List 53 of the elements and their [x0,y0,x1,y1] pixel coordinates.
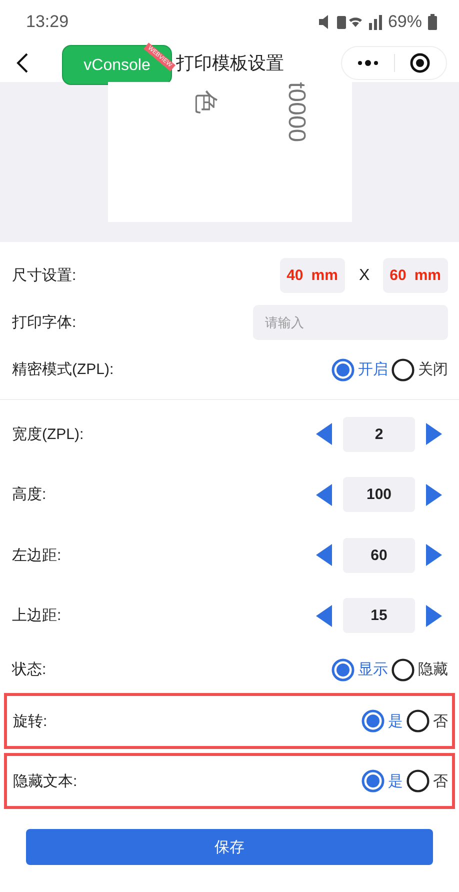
radio-icon [331,358,355,382]
radio-option[interactable]: 显示 [331,658,388,682]
radio-icon [391,658,415,682]
page-title: 打印模板设置 [176,52,284,75]
font-input[interactable]: 请输入 [253,305,448,340]
save-button[interactable]: 保存 [26,829,433,865]
radio-icon [406,769,430,793]
value-field: 100 [343,477,415,512]
value-field: 60 [343,538,415,573]
decrease-icon[interactable] [315,604,333,628]
preview-text: 色 [190,90,218,114]
field-label: 打印字体: [12,313,78,332]
increase-icon[interactable] [425,604,443,628]
signal-icon [368,14,382,30]
increase-icon[interactable] [425,543,443,568]
increase-icon[interactable] [425,482,443,507]
radio-icon [331,658,355,682]
height-field[interactable]: 60 mm [382,258,448,293]
battery-icon [428,14,437,30]
clock: 13:29 [26,12,69,32]
field-label: 宽度(ZPL): [12,424,85,444]
battery-level: 69% [388,12,422,32]
status-icons [316,13,363,31]
field-label: 精密模式(ZPL): [12,360,115,379]
radio-option[interactable]: 隐藏 [391,658,448,682]
field-label: 状态: [12,660,48,679]
close-icon[interactable] [409,52,432,74]
preview-text: t0000 [282,82,310,142]
field-label: 旋转: [13,712,48,730]
more-icon[interactable] [356,59,380,67]
radio-option[interactable]: 关闭 [391,358,448,382]
field-label: 高度: [12,485,48,504]
radio-icon [361,709,385,733]
radio-option[interactable]: 是 [361,709,403,733]
value-field: 15 [343,598,415,634]
field-label: 左边距: [12,546,62,565]
radio-icon [406,709,430,733]
decrease-icon[interactable] [315,482,333,507]
radio-icon [361,769,385,793]
radio-option[interactable]: 否 [406,709,448,733]
increase-icon[interactable] [425,422,443,446]
width-field[interactable]: 40 mm [280,258,345,293]
radio-option[interactable]: 是 [361,769,403,793]
times-sign: X [358,266,370,284]
radio-option[interactable]: 否 [406,769,448,793]
value-field: 2 [343,416,415,452]
decrease-icon[interactable] [315,422,333,446]
field-label: 尺寸设置: [12,266,78,285]
radio-icon [391,358,415,382]
field-label: 隐藏文本: [13,772,78,790]
field-label: 上边距: [12,606,62,626]
radio-option[interactable]: 开启 [331,358,388,382]
decrease-icon[interactable] [315,543,333,568]
